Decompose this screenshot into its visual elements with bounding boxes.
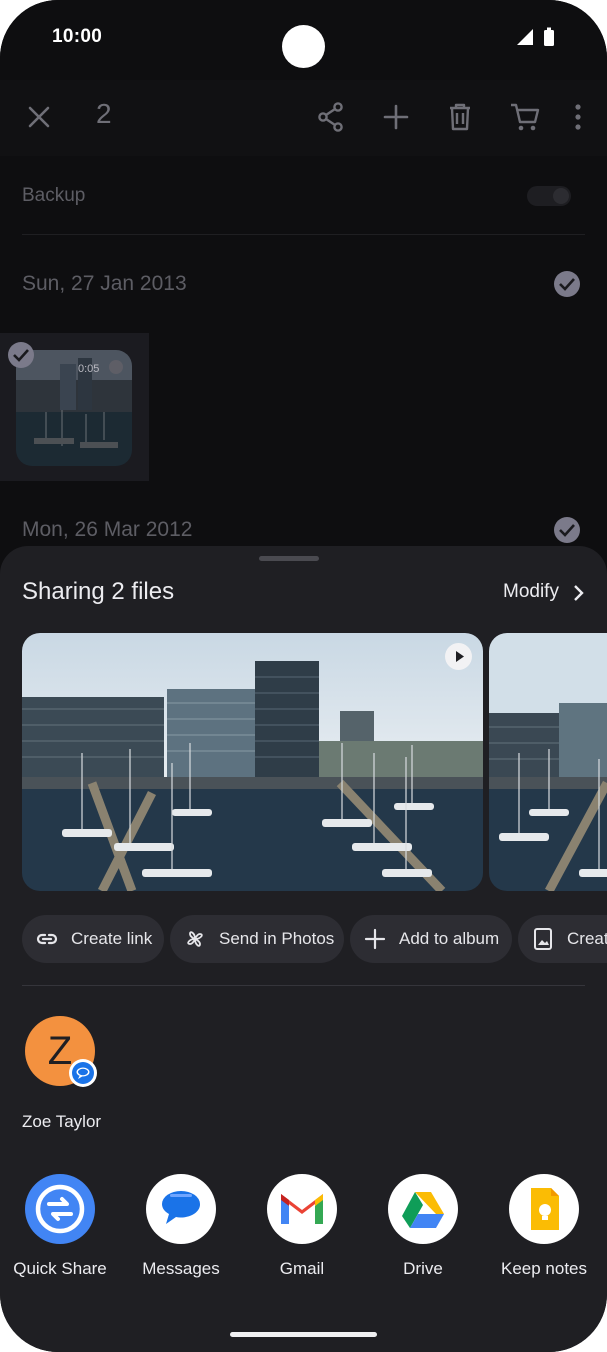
selection-app-bar: 2 [0, 80, 607, 156]
app-label: Messages [142, 1259, 220, 1278]
chip-label: Create link [71, 929, 153, 948]
add-to-album-chip[interactable]: Add to album [350, 915, 512, 963]
quick-share-icon [25, 1174, 95, 1244]
sheet-divider [22, 985, 585, 986]
gmail-icon [267, 1174, 337, 1244]
preview-video[interactable] [22, 633, 483, 891]
trash-icon[interactable] [443, 100, 477, 134]
photo-album-icon [534, 928, 552, 950]
play-icon [445, 643, 472, 670]
chevron-right-icon[interactable] [573, 584, 585, 602]
preview-photo[interactable] [489, 633, 607, 891]
keep-notes-icon [509, 1174, 579, 1244]
send-in-photos-chip[interactable]: Send in Photos [170, 915, 344, 963]
status-time: 10:00 [52, 26, 103, 47]
backup-toggle[interactable] [527, 186, 571, 206]
selected-count: 2 [96, 98, 112, 129]
link-icon [36, 933, 58, 945]
messages-badge-icon [69, 1059, 97, 1087]
pinwheel-icon [187, 931, 203, 947]
action-chips: Create link Send in Photos Add to album [22, 915, 607, 963]
check-circle-icon[interactable] [8, 342, 34, 368]
app-label: Gmail [279, 1259, 325, 1278]
camera-cutout [282, 25, 325, 68]
gmail-app[interactable]: Gmail [242, 1174, 362, 1284]
quick-share-app[interactable]: Quick Share [0, 1174, 120, 1284]
create-chip[interactable]: Creat [518, 915, 607, 963]
app-label: Keep notes [500, 1259, 587, 1278]
date-header-2: Mon, 26 Mar 2012 [22, 518, 193, 541]
contact-name: Zoe Taylor [22, 1112, 102, 1131]
check-circle-icon[interactable] [554, 517, 580, 543]
signal-battery-icon [517, 27, 554, 46]
plus-icon [364, 928, 386, 950]
gesture-nav-bar[interactable] [230, 1332, 377, 1337]
status-bar: 10:00 [0, 0, 607, 70]
add-icon[interactable] [379, 100, 413, 134]
selected-video-thumbnail[interactable]: 0:05 [0, 333, 149, 481]
play-badge-icon [109, 360, 123, 374]
close-icon[interactable] [22, 100, 56, 134]
shopping-cart-icon[interactable] [508, 100, 542, 134]
chip-label: Creat [567, 929, 607, 948]
share-bottom-sheet: Sharing 2 files Modify Create link Send … [0, 546, 607, 1352]
sheet-title: Sharing 2 files [22, 578, 175, 605]
drive-icon [388, 1174, 458, 1244]
drag-handle[interactable] [259, 556, 319, 561]
chip-label: Send in Photos [219, 929, 335, 948]
messages-icon [146, 1174, 216, 1244]
background-divider [22, 234, 585, 235]
messages-app[interactable]: Messages [121, 1174, 241, 1284]
keep-notes-app[interactable]: Keep notes [484, 1174, 604, 1284]
phone-screen: 10:00 2 Backup Sun, 27 Jan 2013 0:05 Mon… [0, 0, 607, 1352]
app-label: Quick Share [13, 1259, 107, 1278]
share-icon[interactable] [314, 100, 348, 134]
backup-label: Backup [22, 185, 86, 206]
app-label: Drive [403, 1259, 443, 1278]
video-duration: 0:05 [78, 363, 100, 375]
video-thumbnail-image: 0:05 [16, 350, 132, 466]
create-link-chip[interactable]: Create link [22, 915, 164, 963]
chip-label: Add to album [399, 929, 500, 948]
drive-app[interactable]: Drive [363, 1174, 483, 1284]
modify-button[interactable]: Modify [503, 581, 559, 603]
more-options-icon[interactable] [561, 100, 595, 134]
date-header-1: Sun, 27 Jan 2013 [22, 272, 187, 295]
check-circle-icon[interactable] [554, 271, 580, 297]
